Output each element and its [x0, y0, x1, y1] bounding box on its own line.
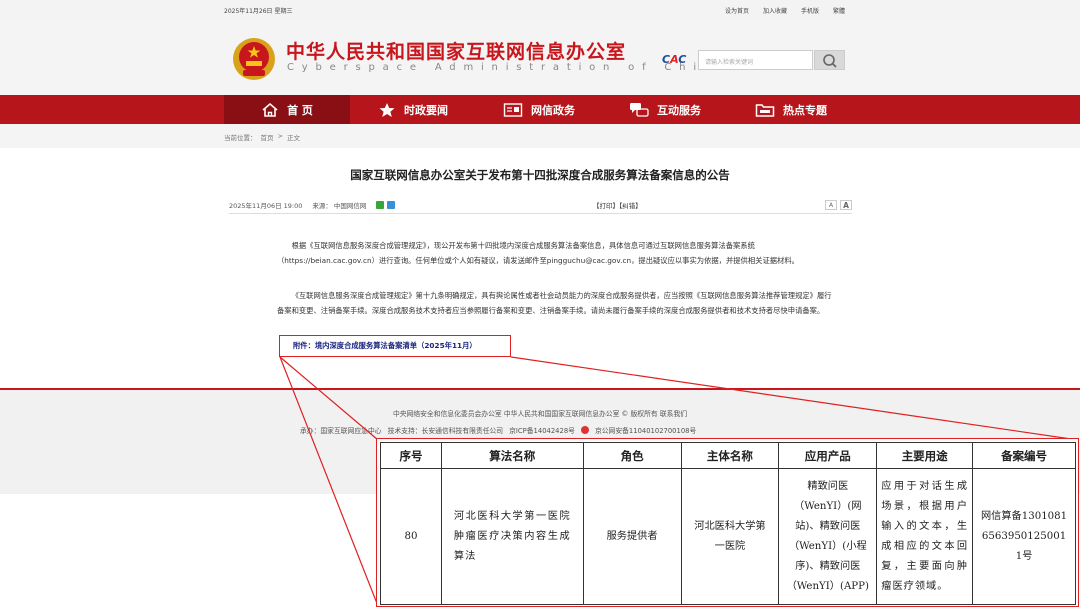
current-date: 2025年11月26日 星期三 [224, 8, 293, 15]
meta-divider [229, 213, 852, 214]
document-icon [503, 102, 523, 117]
article-datetime: 2025年11月06日 19:00 [229, 202, 303, 210]
cell-role: 服务提供者 [582, 468, 682, 605]
column-header-no: 序号 [380, 442, 442, 469]
footer-icp-link[interactable]: 京ICP备14042428号 [509, 425, 575, 435]
font-decrease-button[interactable]: A [825, 200, 837, 210]
chat-icon [630, 102, 649, 117]
site-title[interactable]: 中华人民共和国国家互联网信息办公室 [286, 37, 626, 64]
algorithm-record-table: 序号 算法名称 角色 主体名称 应用产品 主要用途 备案编号 80 河北医科大学… [380, 442, 1076, 605]
cell-algorithm-name: 河北医科大学第一医院肿瘤医疗决策内容生成算法 [440, 468, 584, 605]
column-header-role: 角色 [582, 442, 682, 469]
cell-record-number: 网信算备130108165639501250011号 [972, 468, 1076, 605]
nav-item-label: 互动服务 [657, 103, 701, 117]
footer-tech-support: 技术支持：长安通信科技有限责任公司 [387, 427, 504, 435]
attachment-link[interactable]: 附件：境内深度合成服务算法备案清单（2025年11月） [293, 341, 477, 351]
nav-item-interaction[interactable]: 互动服务 [602, 95, 728, 124]
nav-item-label: 热点专题 [783, 103, 827, 117]
breadcrumb-separator: > [277, 132, 283, 140]
home-icon [262, 102, 278, 117]
star-icon [379, 102, 395, 117]
column-header-record: 备案编号 [972, 442, 1076, 469]
cell-usage: 应用于对话生成场景，根据用户输入的文本，生成相应的文本回复，主要面向肿瘤医疗领域… [876, 468, 974, 605]
cell-entity: 河北医科大学第一医院 [680, 468, 780, 605]
search-input[interactable]: 请输入检索关键词 [698, 50, 813, 70]
add-favorite-link[interactable]: 加入收藏 [763, 6, 787, 15]
nav-item-label: 时政要闻 [404, 103, 448, 117]
nav-item-news[interactable]: 时政要闻 [350, 95, 476, 124]
column-header-algorithm: 算法名称 [440, 442, 584, 469]
breadcrumb-home-link[interactable]: 首页 [261, 132, 274, 142]
search-icon [823, 54, 837, 68]
weibo-share-icon[interactable] [387, 201, 396, 209]
print-correct-links[interactable]: 【打印】【纠错】 [593, 200, 642, 210]
cell-no: 80 [380, 468, 442, 605]
table-header-row: 序号 算法名称 角色 主体名称 应用产品 主要用途 备案编号 [380, 442, 1076, 469]
traditional-chinese-link[interactable]: 繁體 [833, 6, 845, 15]
column-header-usage: 主要用途 [876, 442, 974, 469]
main-nav: 首 页 时政要闻 网信政务 互动服务 热点专题 [0, 95, 1080, 124]
nav-item-label: 网信政务 [531, 103, 575, 117]
folder-icon [755, 103, 775, 117]
nav-item-label: 首 页 [287, 103, 313, 117]
article-title: 国家互联网信息办公室关于发布第十四批深度合成服务算法备案信息的公告 [350, 168, 730, 182]
font-size-controls: A A [825, 200, 852, 210]
police-badge-icon [580, 426, 589, 434]
article-paragraph: 根据《互联网信息服务深度合成管理规定》，现公开发布第十四批境内深度合成服务算法备… [277, 241, 799, 265]
footer-host: 承办：国家互联网应急中心 [300, 427, 382, 435]
cac-logo: CAC [662, 53, 687, 66]
column-header-entity: 主体名称 [680, 442, 780, 469]
top-utility-bar: 2025年11月26日 星期三 设为首页 加入收藏 手机版 繁體 [0, 0, 1080, 20]
article-paragraph: 《互联网信息服务深度合成管理规定》第十九条明确规定，具有舆论属性或者社会动员能力… [277, 291, 832, 315]
breadcrumb-current: 正文 [286, 134, 300, 142]
search-button[interactable] [814, 50, 845, 70]
footer-police-link[interactable]: 京公网安备11040102700108号 [595, 425, 696, 435]
breadcrumb-prefix: 当前位置： [224, 134, 257, 142]
nav-item-government[interactable]: 网信政务 [476, 95, 602, 124]
nav-item-topics[interactable]: 热点专题 [728, 95, 854, 124]
table-row: 80 河北医科大学第一医院肿瘤医疗决策内容生成算法 服务提供者 河北医科大学第一… [380, 468, 1076, 605]
cell-product: 精致问医（WenYI）(网站)、精致问医（WenYI）(小程序)、精致问医（We… [778, 468, 878, 605]
wechat-share-icon[interactable] [376, 201, 385, 209]
mobile-version-link[interactable]: 手机版 [801, 6, 819, 15]
breadcrumb: 当前位置： 首页 > 正文 [0, 124, 1080, 148]
article-source: 中国网信网 [333, 202, 367, 210]
site-header: 中华人民共和国国家互联网信息办公室 Cyberspace Administrat… [0, 20, 1080, 95]
font-increase-button[interactable]: A [840, 200, 852, 210]
nav-item-home[interactable]: 首 页 [224, 95, 350, 124]
article-meta: 2025年11月06日 19:00 来源： 中国网信网 [229, 200, 396, 210]
zoomed-record-panel: 序号 算法名称 角色 主体名称 应用产品 主要用途 备案编号 80 河北医科大学… [376, 438, 1079, 607]
footer-info: 承办：国家互联网应急中心 技术支持：长安通信科技有限责任公司 京ICP备1404… [300, 425, 696, 435]
footer-copyright: 中央网络安全和信息化委员会办公室 中华人民共和国国家互联网信息办公室 © 版权所… [392, 410, 688, 418]
national-emblem-icon [233, 38, 275, 80]
utility-links: 设为首页 加入收藏 手机版 繁體 [725, 6, 845, 15]
column-header-product: 应用产品 [778, 442, 878, 469]
set-homepage-link[interactable]: 设为首页 [725, 6, 749, 15]
source-label: 来源： [312, 202, 332, 210]
